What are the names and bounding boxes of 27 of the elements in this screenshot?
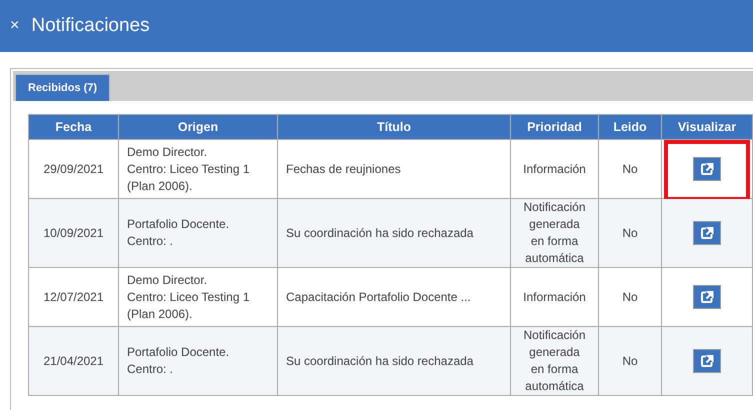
external-link-icon <box>700 226 714 240</box>
column-header: Prioridad <box>510 114 598 140</box>
table-cell: No <box>598 326 662 396</box>
external-link-icon <box>700 290 714 304</box>
table-cell: 21/04/2021 <box>28 326 118 396</box>
open-link-button[interactable] <box>693 221 721 245</box>
open-link-button[interactable] <box>693 285 721 309</box>
table-cell: Su coordinación ha sido rechazada <box>278 198 510 268</box>
column-header: Origen <box>118 114 278 140</box>
table-cell: Notificación generada en forma automática <box>510 198 598 268</box>
column-header: Visualizar <box>662 114 752 140</box>
external-link-icon <box>700 162 714 176</box>
close-button[interactable]: × <box>6 17 24 35</box>
external-link-icon <box>700 354 714 368</box>
table-cell: No <box>598 198 662 268</box>
column-header: Título <box>278 114 510 140</box>
table-cell: 10/09/2021 <box>28 198 118 268</box>
column-header: Leido <box>598 114 662 140</box>
open-link-button[interactable] <box>693 157 721 181</box>
window-title: Notificaciones <box>31 15 150 37</box>
table-cell: Portafolio Docente. Centro: . <box>118 326 278 396</box>
table-cell: Su coordinación ha sido rechazada <box>278 326 510 396</box>
table-cell: Notificación generada en forma automática <box>510 326 598 396</box>
table-cell: Portafolio Docente. Centro: . <box>118 198 278 268</box>
tab[interactable]: Recibidos (7) <box>15 74 110 101</box>
column-header: Fecha <box>28 114 118 140</box>
open-link-button[interactable] <box>693 349 721 373</box>
